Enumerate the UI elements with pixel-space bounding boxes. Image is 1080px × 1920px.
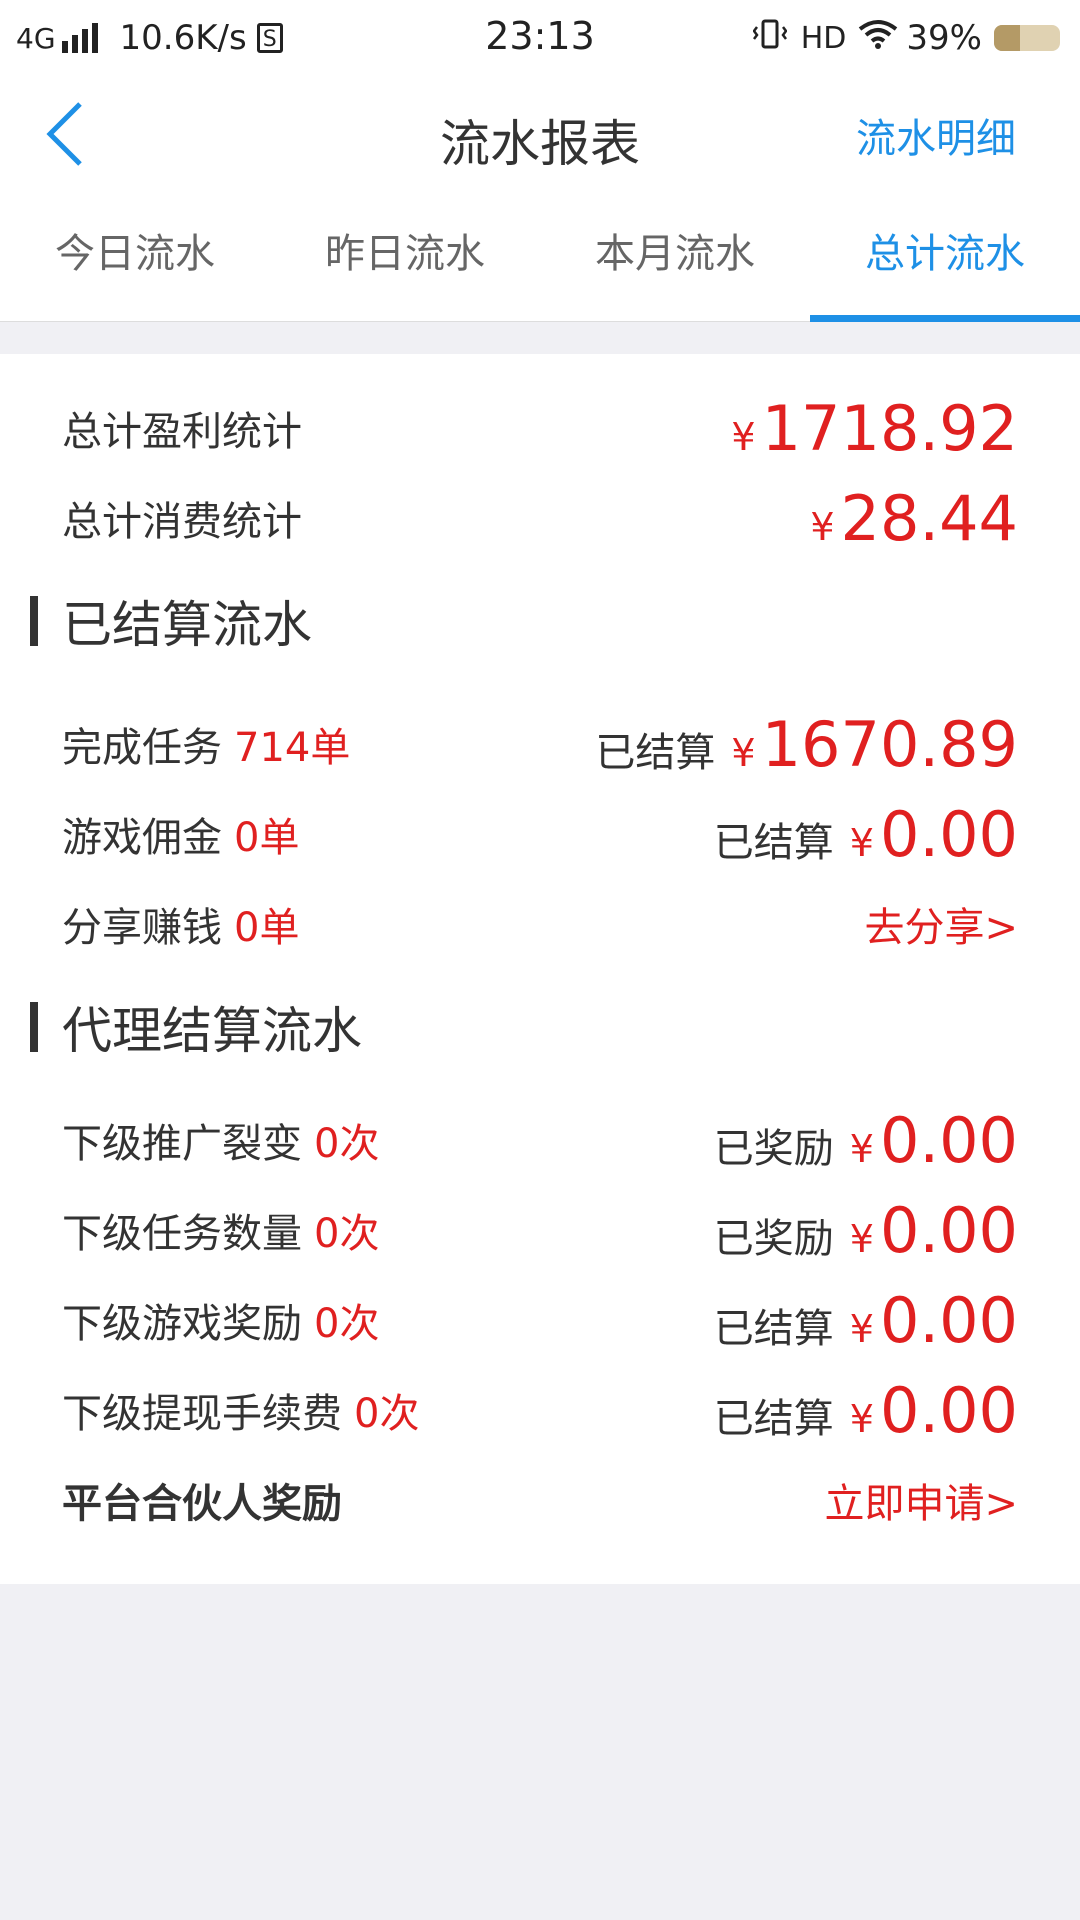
row-count: 0单 [234,905,300,951]
agent-row-withdraw-fee: 下级提现手续费 0次 已结算 ¥ 0.00 [62,1370,1018,1450]
settled-section-title: 已结算流水 [30,586,312,656]
row-label: 下级游戏奖励 [62,1301,302,1347]
yen-symbol: ¥ [849,1126,874,1171]
wifi-icon [858,18,898,58]
yen-symbol: ¥ [849,1216,874,1261]
row-count: 0次 [354,1391,420,1437]
settled-row-share: 分享赚钱 0单 去分享> [62,884,1018,964]
agent-title-text: 代理结算流水 [62,1002,362,1060]
flow-detail-link[interactable]: 流水明细 [856,106,1016,164]
row-status: 已结算 [713,1395,834,1442]
battery-fill [994,25,1020,51]
hd-indicator: HD [800,20,847,56]
status-bar: 4G 10.6K/s S 23:13 HD 39% [0,0,1080,76]
row-amount: 1670.89 [761,707,1018,781]
total-consume-label: 总计消费统计 [62,499,302,545]
row-count: 0次 [314,1301,380,1347]
row-label: 下级推广裂变 [62,1121,302,1167]
settled-row-game-commission: 游戏佣金 0单 已结算 ¥ 0.00 [62,794,1018,874]
row-amount: 0.00 [879,1283,1018,1357]
agent-row-game-reward: 下级游戏奖励 0次 已结算 ¥ 0.00 [62,1280,1018,1360]
total-profit-amount: 1718.92 [761,391,1018,465]
row-amount: 0.00 [879,1373,1018,1447]
agent-row-task-count: 下级任务数量 0次 已奖励 ¥ 0.00 [62,1190,1018,1270]
row-label: 平台合伙人奖励 [62,1481,342,1527]
yen-symbol: ¥ [849,1306,874,1351]
row-amount: 0.00 [879,797,1018,871]
status-right: HD 39% [752,16,1060,60]
row-status: 已结算 [713,819,834,866]
report-card: 总计盈利统计 ¥ 1718.92 总计消费统计 ¥ 28.44 已结算流水 完成… [0,354,1080,1584]
row-status: 已奖励 [713,1125,834,1172]
agent-row-promotion: 下级推广裂变 0次 已奖励 ¥ 0.00 [62,1100,1018,1180]
section-bar [30,596,38,646]
row-label: 下级任务数量 [62,1211,302,1257]
row-count: 0次 [314,1121,380,1167]
row-label: 下级提现手续费 [62,1391,342,1437]
nav-bar: 流水报表 流水明细 [0,76,1080,194]
row-label: 分享赚钱 [62,905,222,951]
row-label: 游戏佣金 [62,815,222,861]
total-consume-amount: 28.44 [840,481,1019,555]
row-status: 已奖励 [713,1215,834,1262]
vibrate-icon [752,19,788,57]
section-bar [30,1002,38,1052]
row-label: 完成任务 [62,725,222,771]
row-amount: 0.00 [879,1193,1018,1267]
yen-symbol: ¥ [810,504,835,549]
settled-row-tasks: 完成任务 714单 已结算 ¥ 1670.89 [62,704,1018,784]
settled-title-text: 已结算流水 [62,596,312,654]
row-amount: 0.00 [879,1103,1018,1177]
go-share-link[interactable]: 去分享> [864,895,1018,953]
total-profit-row: 总计盈利统计 ¥ 1718.92 [62,388,1018,468]
battery-percent: 39% [906,18,982,58]
tab-yesterday[interactable]: 昨日流水 [270,194,540,322]
yen-symbol: ¥ [731,414,756,459]
row-count: 0次 [314,1211,380,1257]
row-count: 0单 [234,815,300,861]
yen-symbol: ¥ [849,820,874,865]
yen-symbol: ¥ [731,730,756,775]
tab-month[interactable]: 本月流水 [540,194,810,322]
agent-row-partner-reward: 平台合伙人奖励 立即申请> [62,1460,1018,1540]
row-status: 已结算 [595,729,716,776]
tab-total[interactable]: 总计流水 [810,194,1080,322]
total-consume-row: 总计消费统计 ¥ 28.44 [62,478,1018,558]
apply-now-link[interactable]: 立即申请> [824,1471,1018,1529]
agent-section-title: 代理结算流水 [30,992,362,1062]
row-status: 已结算 [713,1305,834,1352]
row-count: 714单 [234,725,351,771]
tab-today[interactable]: 今日流水 [0,194,270,322]
tab-bar: 今日流水 昨日流水 本月流水 总计流水 [0,194,1080,322]
yen-symbol: ¥ [849,1396,874,1441]
battery-icon [994,25,1060,51]
total-profit-label: 总计盈利统计 [62,409,302,455]
